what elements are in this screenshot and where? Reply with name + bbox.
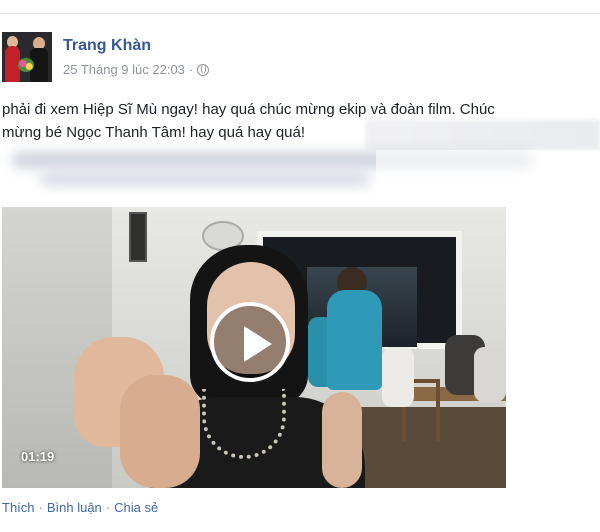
text-mask	[376, 150, 600, 206]
play-icon	[244, 326, 272, 362]
globe-icon[interactable]	[197, 63, 210, 76]
post-meta: 25 Tháng 9 lúc 22:03 ·	[63, 62, 210, 77]
divider	[0, 13, 600, 14]
like-link[interactable]: Thích	[2, 500, 35, 515]
post-text-line-1: phải đi xem Hiệp Sĩ Mù ngay! hay quá chú…	[2, 101, 495, 118]
post-actions: Thích · Bình luận · Chia sẻ	[2, 500, 158, 515]
wall-poster	[129, 212, 147, 262]
play-button[interactable]	[210, 302, 290, 382]
comment-link[interactable]: Bình luận	[47, 500, 102, 515]
video-player[interactable]: 01:19	[2, 207, 506, 488]
meta-separator: ·	[188, 62, 194, 77]
video-duration: 01:19	[21, 449, 55, 464]
avatar[interactable]	[2, 32, 52, 82]
author-name[interactable]: Trang Khàn	[63, 37, 151, 55]
action-separator: ·	[38, 500, 43, 515]
action-separator: ·	[105, 500, 111, 515]
previous-post-strip	[0, 0, 600, 14]
post-timestamp[interactable]: 25 Tháng 9 lúc 22:03	[63, 62, 185, 77]
share-link[interactable]: Chia sẻ	[114, 500, 158, 515]
